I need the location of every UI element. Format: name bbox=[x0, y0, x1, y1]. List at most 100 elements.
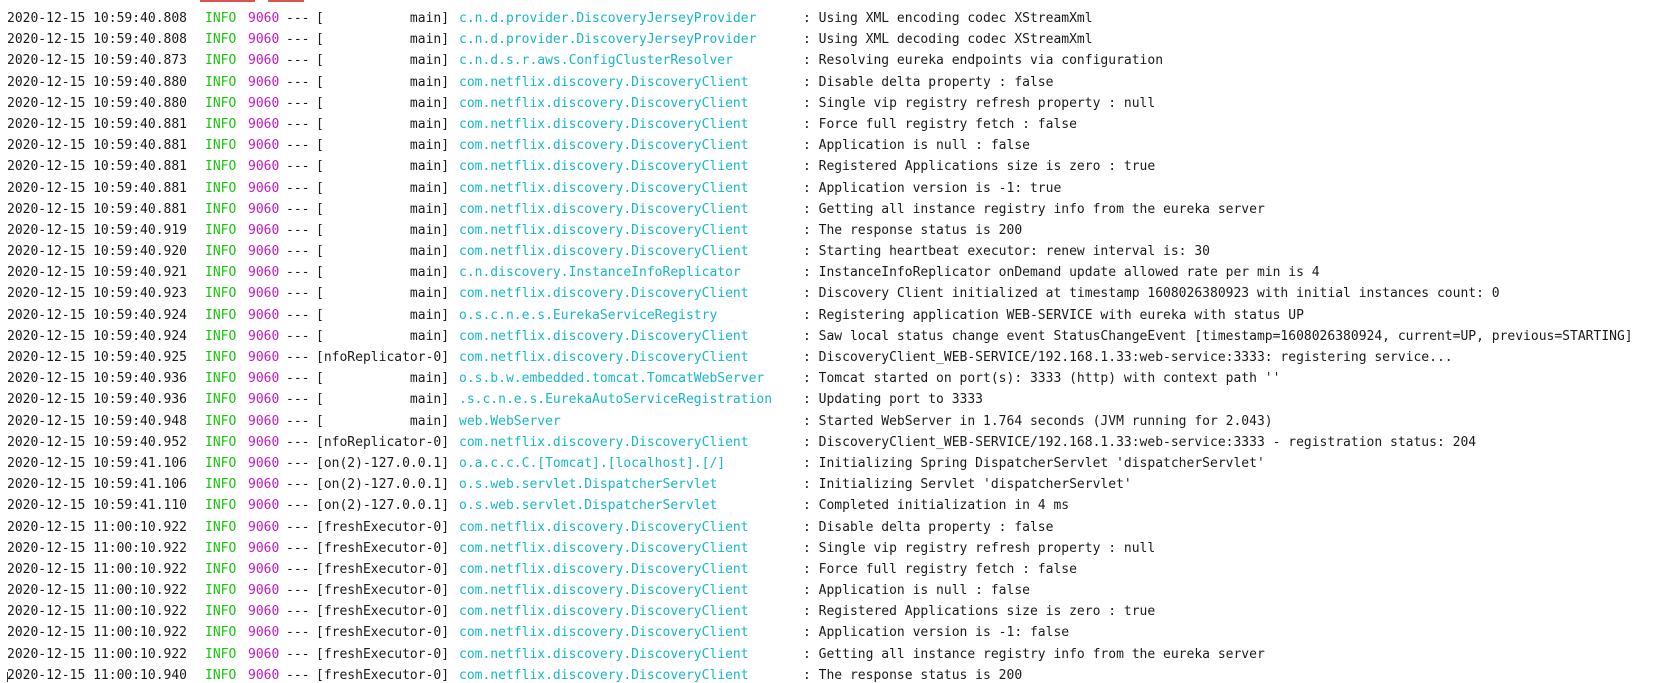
log-logger: com.netflix.discovery.DiscoveryClient bbox=[459, 95, 749, 111]
log-thread: [freshExecutor-0] bbox=[316, 540, 450, 556]
log-timestamp: 2020-12-15 10:59:41.110 bbox=[7, 498, 188, 514]
log-level: INFO bbox=[205, 286, 237, 302]
log-level: INFO bbox=[205, 180, 237, 196]
log-pid: 9060 bbox=[248, 222, 280, 238]
log-level: INFO bbox=[205, 95, 237, 111]
log-separator: --- bbox=[286, 74, 310, 90]
log-line[interactable]: 2020-12-15 10:59:40.936 INFO 9060 --- [ main… bbox=[7, 368, 1633, 389]
log-pid: 9060 bbox=[248, 625, 280, 641]
log-thread: [ main] bbox=[316, 159, 450, 175]
log-line[interactable]: 2020-12-15 10:59:41.106 INFO 9060 --- [on(2)… bbox=[7, 453, 1633, 474]
log-message: : Getting all instance registry info fro… bbox=[803, 646, 1265, 662]
log-line[interactable]: 2020-12-15 10:59:40.924 INFO 9060 --- [ main… bbox=[7, 305, 1633, 326]
log-message: : Single vip registry refresh property :… bbox=[803, 95, 1156, 111]
log-timestamp: 2020-12-15 11:00:10.922 bbox=[7, 519, 188, 535]
log-thread: [ main] bbox=[316, 413, 450, 429]
log-thread: [ main] bbox=[316, 286, 450, 302]
log-line[interactable]: 2020-12-15 11:00:10.922 INFO 9060 --- [fresh… bbox=[7, 580, 1633, 601]
log-line[interactable]: 2020-12-15 11:00:10.922 INFO 9060 --- [fresh… bbox=[7, 559, 1633, 580]
log-pid: 9060 bbox=[248, 138, 280, 154]
log-timestamp: 2020-12-15 11:00:10.922 bbox=[7, 646, 188, 662]
log-line[interactable]: 2020-12-15 10:59:40.925 INFO 9060 --- [nfoRe… bbox=[7, 347, 1633, 368]
log-line[interactable]: 2020-12-15 10:59:40.873 INFO 9060 --- [ main… bbox=[7, 50, 1633, 71]
log-line[interactable]: 2020-12-15 10:59:41.110 INFO 9060 --- [on(2)… bbox=[7, 495, 1633, 516]
log-line[interactable]: 2020-12-15 10:59:40.808 INFO 9060 --- [ main… bbox=[7, 8, 1633, 29]
log-line[interactable]: 2020-12-15 10:59:40.881 INFO 9060 --- [ main… bbox=[7, 135, 1633, 156]
log-line[interactable]: 2020-12-15 11:00:10.922 INFO 9060 --- [fresh… bbox=[7, 601, 1633, 622]
log-pid: 9060 bbox=[248, 32, 280, 48]
log-pid: 9060 bbox=[248, 540, 280, 556]
log-pid: 9060 bbox=[248, 604, 280, 620]
log-thread: [freshExecutor-0] bbox=[316, 625, 450, 641]
log-logger: com.netflix.discovery.DiscoveryClient bbox=[459, 116, 749, 132]
log-logger: com.netflix.discovery.DiscoveryClient bbox=[459, 286, 749, 302]
log-timestamp: 2020-12-15 10:59:40.920 bbox=[7, 244, 188, 260]
log-message: : Registered Applications size is zero :… bbox=[803, 604, 1156, 620]
log-timestamp: 2020-12-15 10:59:40.919 bbox=[7, 222, 188, 238]
log-logger: com.netflix.discovery.DiscoveryClient bbox=[459, 583, 749, 599]
log-line[interactable]: 2020-12-15 11:00:10.922 INFO 9060 --- [fresh… bbox=[7, 538, 1633, 559]
log-thread: [nfoReplicator-0] bbox=[316, 434, 450, 450]
log-logger: com.netflix.discovery.DiscoveryClient bbox=[459, 540, 749, 556]
log-line[interactable]: 2020-12-15 10:59:40.948 INFO 9060 --- [ main… bbox=[7, 411, 1633, 432]
log-thread: [freshExecutor-0] bbox=[316, 646, 450, 662]
console-output[interactable]: 2020-12-15 10:59:40.808 INFO 9060 --- [ main… bbox=[0, 0, 1676, 683]
log-thread: [on(2)-127.0.0.1] bbox=[316, 498, 450, 514]
log-line[interactable]: 2020-12-15 11:00:10.922 INFO 9060 --- [fresh… bbox=[7, 517, 1633, 538]
clipped-text-fragment bbox=[200, 0, 255, 2]
log-line[interactable]: 2020-12-15 10:59:40.880 INFO 9060 --- [ main… bbox=[7, 72, 1633, 93]
log-logger: com.netflix.discovery.DiscoveryClient bbox=[459, 222, 749, 238]
log-pid: 9060 bbox=[248, 244, 280, 260]
log-line[interactable]: 2020-12-15 10:59:40.919 INFO 9060 --- [ main… bbox=[7, 220, 1633, 241]
log-separator: --- bbox=[286, 455, 310, 471]
log-timestamp: 2020-12-15 10:59:40.948 bbox=[7, 413, 188, 429]
log-line[interactable]: 2020-12-15 10:59:40.952 INFO 9060 --- [nfoRe… bbox=[7, 432, 1633, 453]
log-separator: --- bbox=[286, 116, 310, 132]
log-pid: 9060 bbox=[248, 328, 280, 344]
log-line[interactable]: 2020-12-15 10:59:40.881 INFO 9060 --- [ main… bbox=[7, 114, 1633, 135]
log-separator: --- bbox=[286, 646, 310, 662]
log-line[interactable]: 2020-12-15 10:59:40.881 INFO 9060 --- [ main… bbox=[7, 199, 1633, 220]
log-thread: [ main] bbox=[316, 53, 450, 69]
log-line[interactable]: 2020-12-15 11:00:10.922 INFO 9060 --- [fresh… bbox=[7, 622, 1633, 643]
log-pid: 9060 bbox=[248, 201, 280, 217]
log-message: : Completed initialization in 4 ms bbox=[803, 498, 1070, 514]
log-thread: [ main] bbox=[316, 138, 450, 154]
log-thread: [ main] bbox=[316, 116, 450, 132]
log-level: INFO bbox=[205, 583, 237, 599]
log-line[interactable]: 2020-12-15 10:59:40.920 INFO 9060 --- [ main… bbox=[7, 241, 1633, 262]
log-timestamp: 2020-12-15 10:59:40.936 bbox=[7, 392, 188, 408]
log-line[interactable]: 2020-12-15 10:59:40.936 INFO 9060 --- [ main… bbox=[7, 389, 1633, 410]
log-logger: com.netflix.discovery.DiscoveryClient bbox=[459, 180, 749, 196]
log-level: INFO bbox=[205, 116, 237, 132]
log-pid: 9060 bbox=[248, 95, 280, 111]
log-level: INFO bbox=[205, 265, 237, 281]
log-line[interactable]: 2020-12-15 10:59:41.106 INFO 9060 --- [on(2)… bbox=[7, 474, 1633, 495]
log-message: : Discovery Client initialized at timest… bbox=[803, 286, 1500, 302]
log-separator: --- bbox=[286, 11, 310, 26]
log-line[interactable]: 2020-12-15 10:59:40.921 INFO 9060 --- [ main… bbox=[7, 262, 1633, 283]
log-level: INFO bbox=[205, 434, 237, 450]
log-thread: [on(2)-127.0.0.1] bbox=[316, 477, 450, 493]
log-thread: [ main] bbox=[316, 74, 450, 90]
log-line[interactable]: 2020-12-15 10:59:40.880 INFO 9060 --- [ main… bbox=[7, 93, 1633, 114]
log-logger: com.netflix.discovery.DiscoveryClient bbox=[459, 74, 749, 90]
log-message: : Started WebServer in 1.764 seconds (JV… bbox=[803, 413, 1273, 429]
log-line[interactable]: 2020-12-15 11:00:10.922 INFO 9060 --- [fresh… bbox=[7, 644, 1633, 665]
log-message: : Registering application WEB-SERVICE wi… bbox=[803, 307, 1304, 323]
log-line[interactable]: 2020-12-15 10:59:40.924 INFO 9060 --- [ main… bbox=[7, 326, 1633, 347]
log-separator: --- bbox=[286, 53, 310, 69]
log-line[interactable]: 2020-12-15 10:59:40.881 INFO 9060 --- [ main… bbox=[7, 156, 1633, 177]
log-separator: --- bbox=[286, 604, 310, 620]
log-message: : Tomcat started on port(s): 3333 (http)… bbox=[803, 371, 1281, 387]
log-thread: [ main] bbox=[316, 244, 450, 260]
log-thread: [ main] bbox=[316, 307, 450, 323]
log-line[interactable]: 2020-12-15 10:59:40.881 INFO 9060 --- [ main… bbox=[7, 178, 1633, 199]
log-thread: [ main] bbox=[316, 371, 450, 387]
log-line[interactable]: 2020-12-15 10:59:40.923 INFO 9060 --- [ main… bbox=[7, 283, 1633, 304]
log-separator: --- bbox=[286, 667, 310, 683]
log-line[interactable]: 2020-12-15 10:59:40.808 INFO 9060 --- [ main… bbox=[7, 29, 1633, 50]
log-line[interactable]: 2020-12-15 11:00:10.940 INFO 9060 --- [fresh… bbox=[7, 665, 1633, 683]
log-separator: --- bbox=[286, 434, 310, 450]
log-timestamp: 2020-12-15 10:59:40.925 bbox=[7, 350, 188, 365]
